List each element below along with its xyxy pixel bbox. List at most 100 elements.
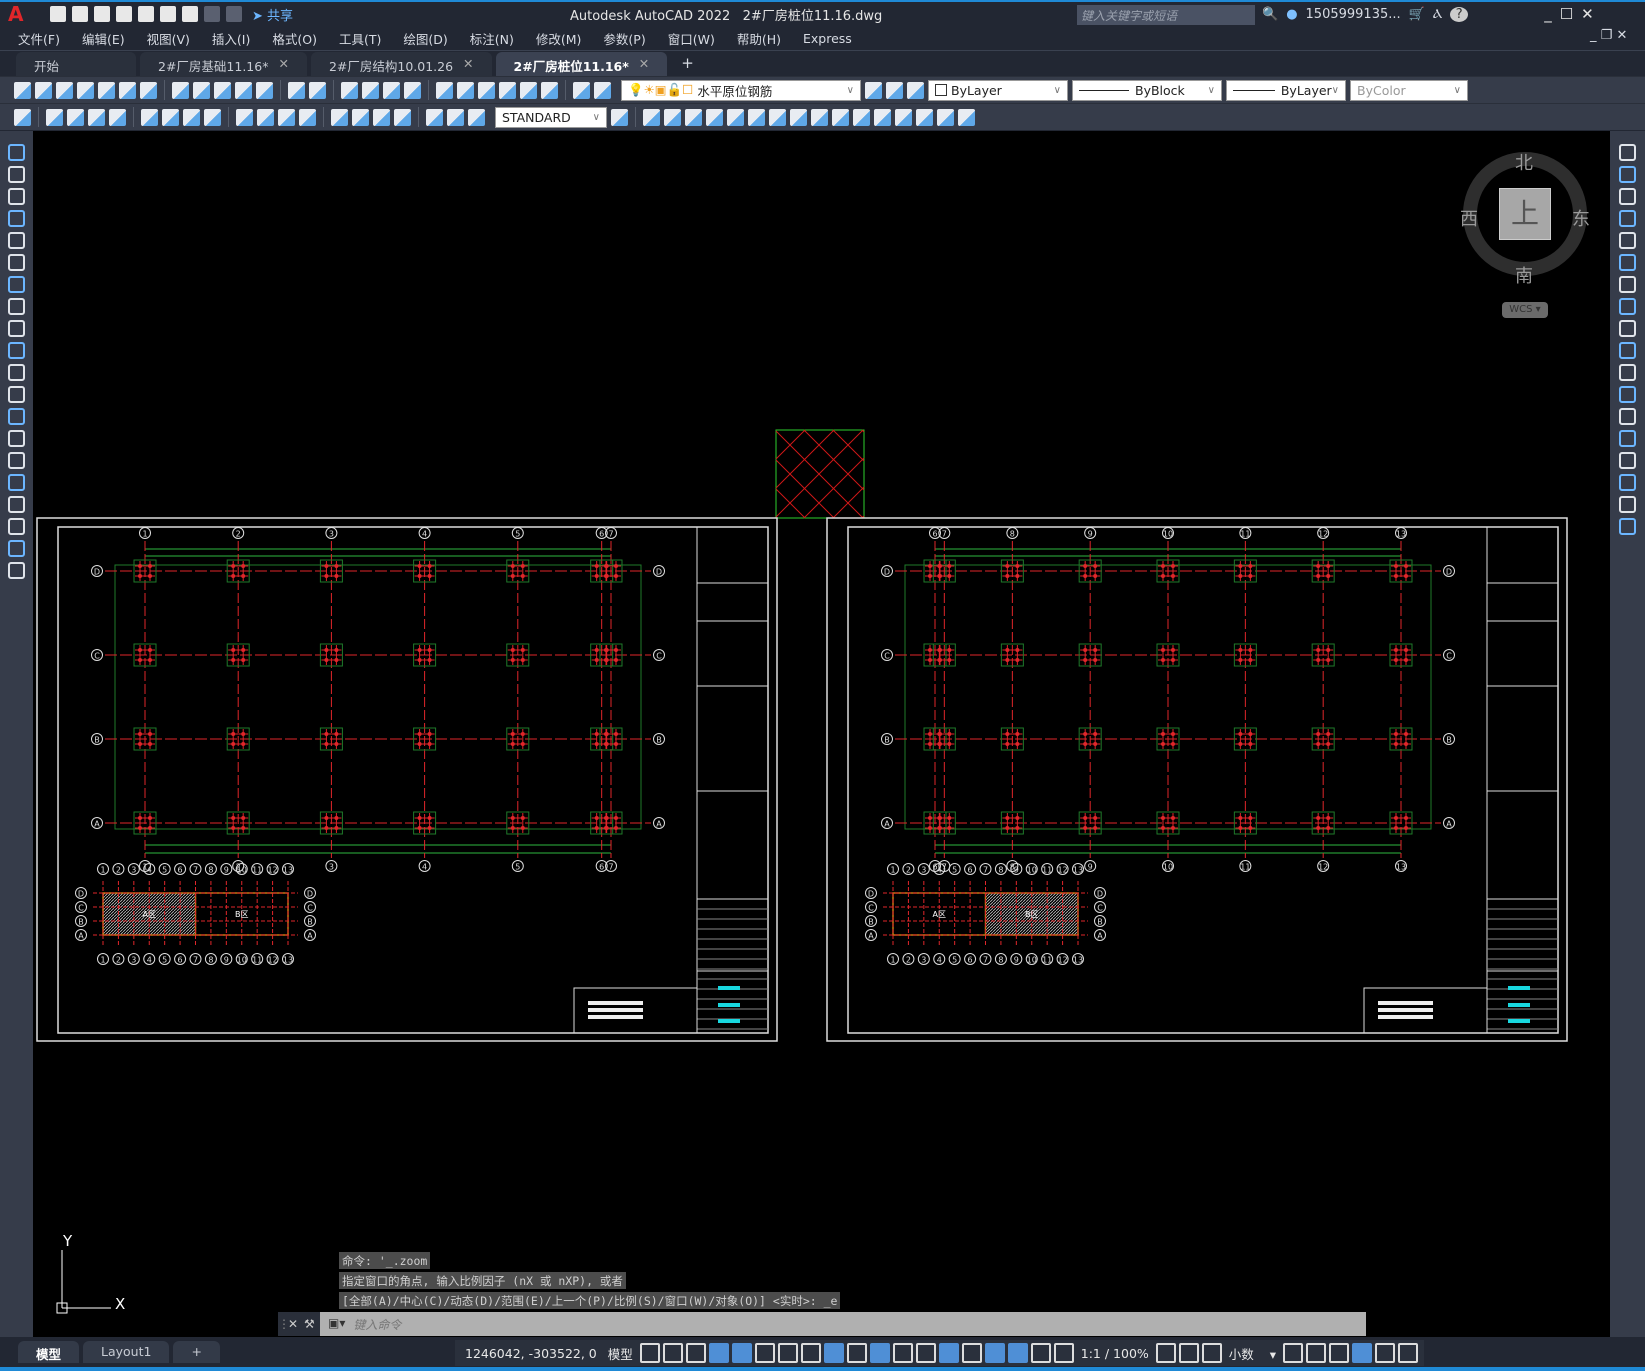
move-icon[interactable] (1619, 254, 1636, 271)
array-icon[interactable] (1619, 232, 1636, 249)
drawing-canvas[interactable]: 11223344556677DDCCBBAA112233445566778899… (33, 131, 1610, 1337)
center-mark-icon[interactable] (352, 108, 369, 126)
auto-scale-icon[interactable] (1030, 1343, 1051, 1363)
color-faces-icon[interactable] (853, 108, 870, 126)
close-icon[interactable]: ✕ (288, 1317, 304, 1331)
customize-wrench-icon[interactable]: ⚒ (304, 1317, 320, 1331)
menu-item[interactable]: 标注(N) (470, 29, 514, 48)
circle-icon[interactable] (8, 276, 25, 293)
open-icon[interactable] (72, 6, 88, 22)
layer-properties-icon[interactable] (594, 81, 611, 99)
customization-menu-icon[interactable] (1397, 1343, 1418, 1363)
new-icon[interactable] (50, 6, 66, 22)
compass-south[interactable]: 南 (1515, 262, 1533, 288)
menu-item[interactable]: 插入(I) (212, 29, 250, 48)
chamfer-icon[interactable] (1619, 452, 1636, 469)
menu-item[interactable]: Express (803, 31, 852, 46)
tab-model[interactable]: 模型 (18, 1341, 80, 1363)
dim-break-icon[interactable] (299, 108, 316, 126)
menu-item[interactable]: 文件(F) (18, 29, 60, 48)
tool-palettes-icon[interactable] (478, 81, 495, 99)
drawing-sheet[interactable]: 667788991010111112121313D DC CB BA A11223344… (826, 517, 1568, 1042)
ortho-icon[interactable] (731, 1343, 752, 1363)
point-icon[interactable] (8, 430, 25, 447)
zoom-window-icon[interactable] (383, 81, 400, 99)
delete-faces-icon[interactable] (769, 108, 786, 126)
markup-icon[interactable] (520, 81, 537, 99)
lineweight-icon[interactable] (846, 1343, 867, 1363)
match-properties-icon[interactable] (235, 81, 252, 99)
hatch-icon[interactable] (8, 452, 25, 469)
polygon-icon[interactable] (8, 210, 25, 227)
dim-aligned-icon[interactable] (46, 108, 63, 126)
inspection-icon[interactable] (373, 108, 390, 126)
dim-text-edit-icon[interactable] (447, 108, 464, 126)
menu-item[interactable]: 参数(P) (603, 29, 645, 48)
lineweight-dropdown[interactable]: ByLayer ∨ (1226, 79, 1346, 101)
extend-icon[interactable] (1619, 364, 1636, 381)
lock-ui-icon[interactable] (1305, 1343, 1326, 1363)
close-tab-icon[interactable]: ✕ (278, 56, 288, 72)
annotation-monitor-icon[interactable] (1178, 1343, 1199, 1363)
paste-icon[interactable] (214, 81, 231, 99)
ellipse-icon[interactable] (8, 342, 25, 359)
break-icon[interactable] (1619, 408, 1636, 425)
menu-item[interactable]: 编辑(E) (82, 29, 125, 48)
gradient-icon[interactable] (8, 474, 25, 491)
command-input[interactable]: ▣▾ 键入命令 (320, 1312, 1366, 1336)
new-tab-button[interactable]: + (671, 50, 704, 76)
close-button[interactable]: ✕ (1581, 5, 1594, 23)
baseline-icon[interactable] (236, 108, 253, 126)
imprint-icon[interactable] (874, 108, 891, 126)
union-icon[interactable] (643, 108, 660, 126)
dim-jogged-icon[interactable] (141, 108, 158, 126)
print-icon[interactable] (77, 81, 94, 99)
break-at-point-icon[interactable] (1619, 386, 1636, 403)
menu-item[interactable]: 绘图(D) (403, 29, 447, 48)
erase-icon[interactable] (1619, 144, 1636, 161)
cart-icon[interactable]: 🛒 (1409, 7, 1425, 22)
minimize-button[interactable]: _ (1544, 5, 1552, 23)
menu-item[interactable]: 窗口(W) (668, 29, 715, 48)
make-current-layer-icon[interactable] (865, 81, 882, 99)
calculator-icon[interactable] (541, 81, 558, 99)
quick-dim-icon[interactable] (204, 108, 221, 126)
dim-arc-icon[interactable] (67, 108, 84, 126)
block-editor-icon[interactable] (256, 81, 273, 99)
search-icon[interactable]: 🔍 (1262, 7, 1278, 22)
viewcube-top-face[interactable]: 上 (1499, 188, 1551, 240)
zoom-realtime-icon[interactable] (362, 81, 379, 99)
polyline-icon[interactable] (8, 188, 25, 205)
autodesk-app-icon[interactable]: Ⲁ (1433, 7, 1442, 22)
dynamic-ucs-icon[interactable] (938, 1343, 959, 1363)
close-tab-icon[interactable]: ✕ (463, 56, 473, 72)
user-account-button[interactable]: 1505999135... (1306, 7, 1401, 22)
hardware-acceleration-icon[interactable] (1351, 1343, 1372, 1363)
tolerance-icon[interactable] (331, 108, 348, 126)
dim-linear-icon[interactable] (14, 108, 31, 126)
move-faces-icon[interactable] (727, 108, 744, 126)
blend-curves-icon[interactable] (1619, 496, 1636, 513)
tab-layout1[interactable]: Layout1 (83, 1341, 170, 1363)
new-icon[interactable] (14, 81, 31, 99)
print-icon[interactable] (182, 6, 198, 22)
isolate-objects-icon[interactable] (1328, 1343, 1349, 1363)
plotstyle-dropdown[interactable]: ByColor ∨ (1350, 79, 1468, 101)
plot-preview-icon[interactable] (98, 81, 115, 99)
spline-icon[interactable] (8, 320, 25, 337)
taper-faces-icon[interactable] (811, 108, 828, 126)
menu-item[interactable]: 修改(M) (536, 29, 582, 48)
dim-update-icon[interactable] (468, 108, 485, 126)
stretch-icon[interactable] (1619, 320, 1636, 337)
snap-icon[interactable] (662, 1343, 683, 1363)
rectangle-icon[interactable] (8, 232, 25, 249)
file-tab[interactable]: 2#厂房桩位11.16* ✕ (495, 52, 668, 76)
trim-icon[interactable] (1619, 342, 1636, 359)
workspace-gear-icon[interactable] (1155, 1343, 1176, 1363)
explode-icon[interactable] (1619, 518, 1636, 535)
file-tab[interactable]: 开始 (16, 52, 136, 76)
command-prompt-icon[interactable]: ▣▾ (328, 1316, 345, 1332)
clean-icon[interactable] (895, 108, 912, 126)
rotate-faces-icon[interactable] (790, 108, 807, 126)
arc-icon[interactable] (8, 254, 25, 271)
